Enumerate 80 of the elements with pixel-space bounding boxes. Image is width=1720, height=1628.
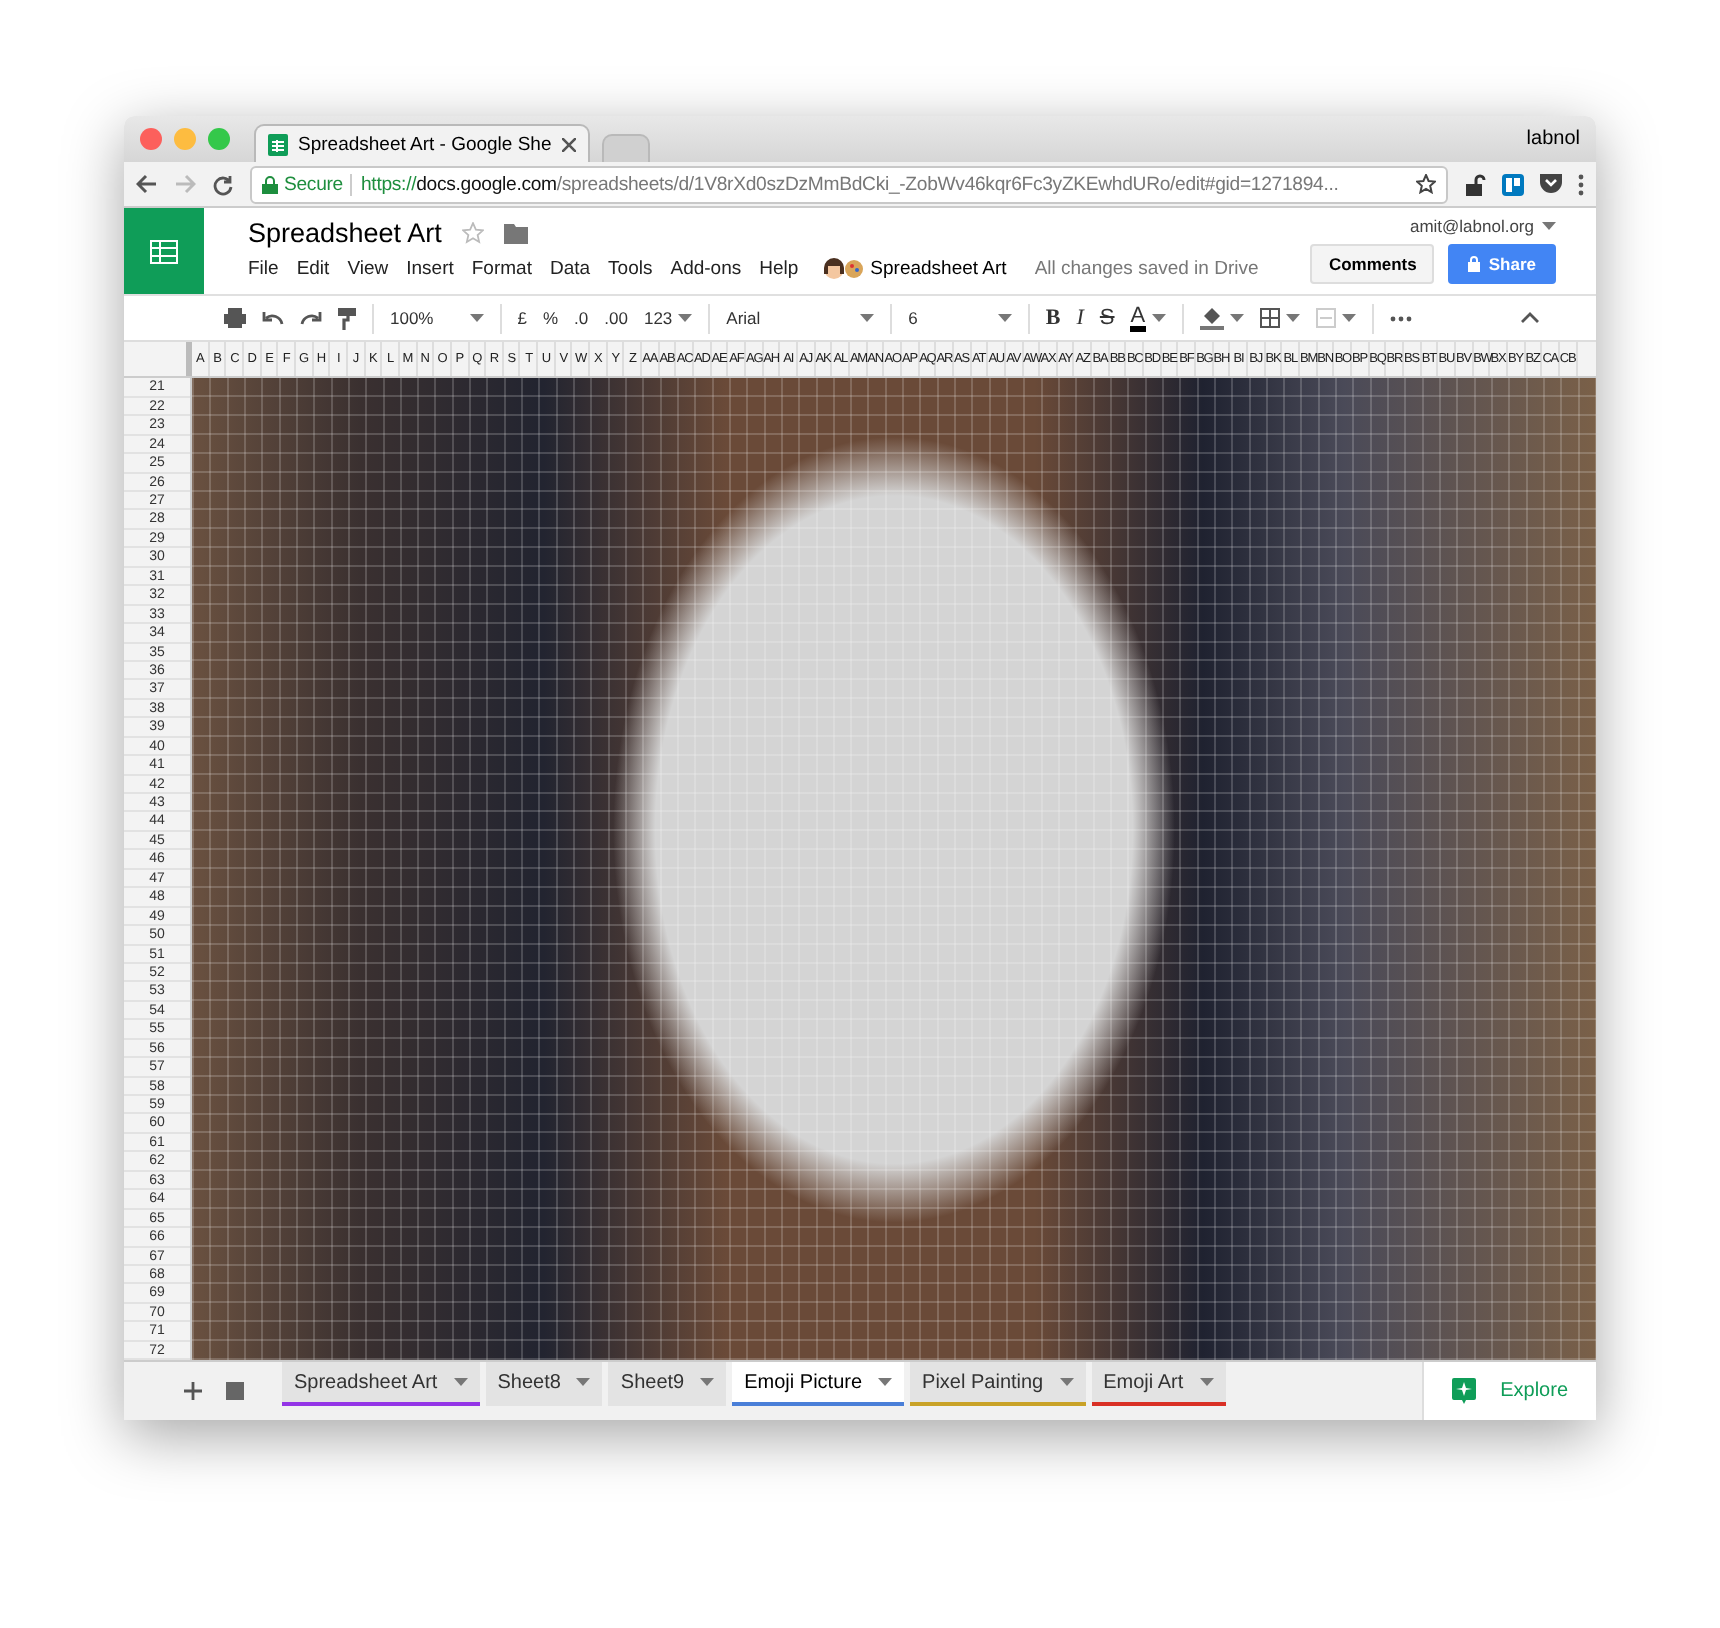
menu-item[interactable]: Add-ons: [670, 258, 754, 281]
zoom-dropdown[interactable]: 100%: [390, 308, 484, 329]
menu-item[interactable]: Edit: [296, 258, 342, 281]
caret-icon: [1059, 1378, 1074, 1387]
menu-item[interactable]: File: [248, 258, 291, 281]
menu-item[interactable]: Insert: [406, 258, 466, 281]
sheet-tab[interactable]: Sheet9: [608, 1362, 727, 1407]
menu-item[interactable]: View: [347, 258, 401, 281]
font-dropdown[interactable]: Arial: [726, 308, 875, 329]
save-status: All changes saved in Drive: [1034, 258, 1259, 281]
text-color-button[interactable]: A: [1130, 305, 1146, 332]
addon-label[interactable]: Spreadsheet Art: [870, 258, 1007, 281]
undo-icon[interactable]: [262, 310, 284, 327]
redo-icon[interactable]: [300, 310, 322, 327]
emoji-icon: [824, 258, 865, 281]
caret-icon: [997, 314, 1012, 323]
address-bar[interactable]: Secure https://docs.google.com/spreadsheets/d/1V8rXd0szDzMmBdCki_-ZobWv46kqr6Fc3yZKEwhdURo/edit#gid=1271894...: [250, 165, 1448, 204]
menu-item[interactable]: Format: [471, 258, 544, 281]
strikethrough-button[interactable]: S: [1099, 306, 1115, 331]
explore-button[interactable]: Explore: [1422, 1362, 1596, 1420]
caret-icon: [1229, 314, 1244, 323]
caret-icon: [1542, 222, 1556, 231]
increase-decimal-button[interactable]: .00: [604, 308, 628, 329]
sheet-tab[interactable]: Emoji Picture: [732, 1362, 905, 1407]
lock-icon[interactable]: [1464, 173, 1486, 196]
explore-icon: [1452, 1378, 1477, 1405]
italic-button[interactable]: I: [1076, 306, 1084, 331]
document-title[interactable]: Spreadsheet Art: [248, 218, 442, 249]
caret-icon: [678, 314, 693, 323]
sheet-tab[interactable]: Spreadsheet Art: [282, 1362, 480, 1407]
caret-icon: [1151, 314, 1166, 323]
more-icon[interactable]: [1389, 315, 1412, 322]
star-icon[interactable]: [1416, 174, 1436, 195]
sheet-list-icon[interactable]: [226, 1382, 244, 1401]
caret-icon: [700, 1378, 715, 1387]
percent-button[interactable]: %: [542, 308, 559, 329]
back-icon[interactable]: [136, 174, 158, 195]
share-button[interactable]: Share: [1448, 244, 1556, 285]
menu-item[interactable]: Data: [549, 258, 603, 281]
font-size-dropdown[interactable]: 6: [908, 308, 1012, 329]
folder-icon[interactable]: [503, 223, 528, 244]
decrease-decimal-button[interactable]: .0: [574, 308, 589, 329]
url-text: https://docs.google.com/spreadsheets/d/1V8rXd0szDzMmBdCki_-ZobWv46kqr6Fc3yZKEwhdURo/edit#gid=1271894...: [349, 173, 1339, 196]
sheets-icon: [268, 133, 288, 156]
caret-icon: [576, 1378, 591, 1387]
currency-button[interactable]: £: [517, 308, 527, 329]
borders-icon[interactable]: [1259, 308, 1280, 329]
caret-icon: [469, 314, 484, 323]
lock-icon: [1468, 256, 1481, 273]
caret-icon: [1199, 1378, 1214, 1387]
sheet-tab[interactable]: Sheet8: [485, 1362, 603, 1407]
sheet-tab[interactable]: Emoji Art: [1091, 1362, 1226, 1407]
add-sheet-icon[interactable]: [184, 1382, 202, 1401]
close-icon[interactable]: [562, 137, 576, 152]
menu-item[interactable]: Tools: [608, 258, 665, 281]
profile-name[interactable]: labnol: [1526, 128, 1580, 150]
caret-icon: [860, 314, 875, 323]
caret-icon: [1285, 314, 1300, 323]
lock-icon: [262, 175, 278, 194]
sheets-logo[interactable]: [124, 208, 204, 295]
account-email[interactable]: amit@labnol.org: [1409, 216, 1556, 237]
menu-icon[interactable]: [1578, 173, 1584, 196]
collapse-icon[interactable]: [1520, 312, 1540, 325]
sheet-tab[interactable]: Pixel Painting: [910, 1362, 1086, 1407]
bold-button[interactable]: B: [1045, 306, 1061, 331]
browser-tab[interactable]: Spreadsheet Art - Google She: [254, 124, 590, 163]
caret-icon: [1341, 314, 1356, 323]
menu-item[interactable]: Help: [759, 258, 811, 281]
sheets-icon: [150, 239, 178, 264]
pocket-icon[interactable]: [1540, 174, 1562, 195]
caret-icon: [453, 1378, 468, 1387]
fill-color-icon[interactable]: [1199, 306, 1224, 331]
caret-icon: [878, 1378, 893, 1387]
paint-format-icon[interactable]: [338, 307, 356, 330]
comments-button[interactable]: Comments: [1310, 244, 1435, 285]
secure-label: Secure: [284, 173, 343, 196]
star-icon[interactable]: [461, 222, 484, 245]
reload-icon[interactable]: [212, 173, 234, 196]
number-format-dropdown[interactable]: 123: [643, 308, 693, 329]
board-icon[interactable]: [1502, 173, 1524, 196]
